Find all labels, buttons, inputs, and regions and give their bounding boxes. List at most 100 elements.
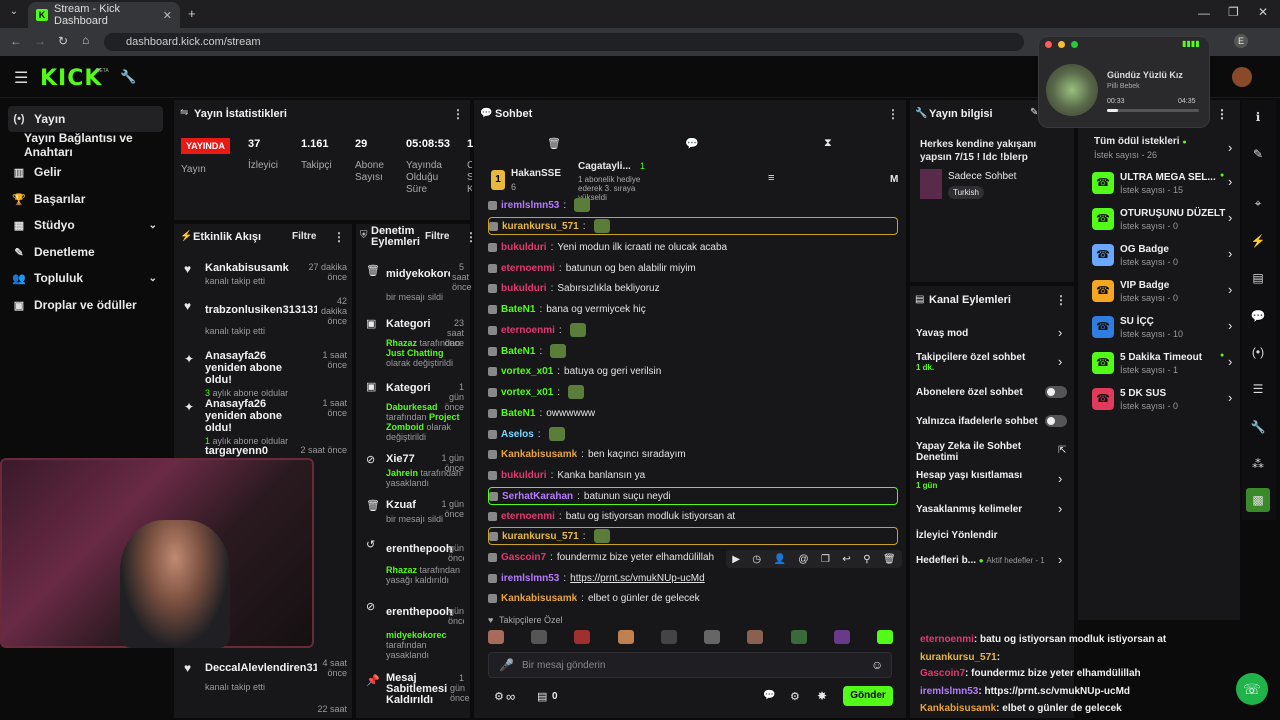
emote-icon[interactable] bbox=[833, 630, 850, 644]
emote-icon[interactable] bbox=[531, 630, 548, 644]
window-maximize-dot[interactable] bbox=[1071, 41, 1078, 48]
emote-icon[interactable] bbox=[574, 630, 591, 644]
hamburger-menu-icon[interactable]: ☰ bbox=[14, 68, 28, 88]
window-minimize-button[interactable]: — bbox=[1198, 6, 1210, 20]
chat-message[interactable]: BateN1: owwwwww bbox=[488, 404, 898, 422]
chat-icon[interactable]: 💬 bbox=[685, 137, 699, 150]
stats-menu-button[interactable]: ⋮ bbox=[452, 107, 464, 121]
subs-only-toggle[interactable] bbox=[1045, 386, 1067, 398]
profile-avatar[interactable]: E bbox=[1234, 34, 1248, 48]
chat-message[interactable]: BateN1: bana og vermiycek hiç bbox=[488, 300, 898, 318]
raid-row[interactable]: İzleyici Yönlendir bbox=[916, 530, 1068, 541]
chat-username[interactable]: bukulduri bbox=[501, 242, 547, 253]
chat-username[interactable]: bukulduri bbox=[501, 283, 547, 294]
window-close-dot[interactable] bbox=[1045, 41, 1052, 48]
activity-filter-button[interactable]: Filtre bbox=[292, 231, 316, 242]
emote-icon[interactable] bbox=[488, 630, 504, 644]
slow-mode-row[interactable]: Yavaş mod bbox=[916, 328, 1068, 339]
reply-icon[interactable]: ↩ bbox=[842, 554, 850, 565]
chat-menu-button[interactable]: ⋮ bbox=[887, 107, 899, 121]
chat-message[interactable]: iremlslmn53: https://prnt.sc/vmukNUp-ucMd bbox=[488, 569, 898, 587]
delete-icon[interactable]: 🗑 bbox=[883, 554, 896, 565]
chat-message[interactable]: Kankabisusamk: elbet o günler de gelecek bbox=[488, 589, 898, 607]
window-close-button[interactable]: ✕ bbox=[1258, 5, 1268, 19]
chat-message[interactable]: iremlslmn53: bbox=[488, 196, 898, 214]
account-age-row[interactable]: Hesap yaşı kısıtlaması 1 gün bbox=[916, 470, 1068, 490]
sidebar-item-gelir[interactable]: ▥ Gelir bbox=[8, 159, 163, 185]
layout-icon[interactable]: ☰ bbox=[1246, 377, 1270, 401]
sidebar-item-basarilar[interactable]: 🏆 Başarılar bbox=[8, 186, 163, 212]
chat-username[interactable]: bukulduri bbox=[501, 470, 547, 481]
emote-icon[interactable] bbox=[660, 630, 677, 644]
chat-message[interactable]: eternoenmi: batunun og ben alabilir miyim bbox=[488, 259, 898, 277]
song-progress-track[interactable] bbox=[1107, 109, 1199, 112]
hourglass-icon[interactable]: ⧗ bbox=[824, 137, 832, 150]
chat-username[interactable]: iremlslmn53 bbox=[501, 573, 559, 584]
browser-tab[interactable]: K Stream - Kick Dashboard ✕ bbox=[28, 2, 180, 28]
chat-message[interactable]: kurankursu_571: bbox=[488, 527, 898, 545]
chat-message[interactable]: bukulduri: Sabırsızlıkla bekliyoruz bbox=[488, 279, 898, 297]
document-icon[interactable]: ▤ bbox=[1246, 266, 1270, 290]
sidebar-item-droplar[interactable]: ▣ Droplar ve ödüller bbox=[8, 292, 163, 318]
chat-username[interactable]: Kankabisusamk bbox=[501, 449, 577, 460]
chat-username[interactable]: kurankursu_571 bbox=[502, 531, 579, 542]
emote-icon[interactable] bbox=[747, 630, 764, 644]
chat-message[interactable]: kurankursu_571: bbox=[488, 217, 898, 235]
trash-icon[interactable]: 🗑 bbox=[547, 137, 561, 150]
emote-picker-icon[interactable]: ✸ bbox=[817, 689, 827, 703]
window-minimize-dot[interactable] bbox=[1058, 41, 1065, 48]
chat-message[interactable]: vortex_x01: bbox=[488, 383, 898, 401]
back-arrow-icon[interactable]: ← bbox=[10, 34, 22, 48]
chat-message[interactable]: eternoenmi: batu og istiyorsan modluk ist… bbox=[488, 507, 898, 525]
forward-arrow-icon[interactable]: → bbox=[34, 34, 46, 48]
kick-logo[interactable]: KICK bbox=[40, 66, 102, 91]
mod-filter-button[interactable]: Filtre bbox=[425, 231, 449, 242]
chat-message[interactable]: bukulduri: Yeni modun ilk icraati ne oluc… bbox=[488, 238, 898, 256]
chat-message[interactable]: Aselos: bbox=[488, 425, 898, 443]
pencil-icon[interactable]: ✎ bbox=[1246, 142, 1270, 166]
ai-moderation-row[interactable]: Yapay Zeka ile Sohbet Denetimi bbox=[916, 441, 1036, 463]
all-rewards-label[interactable]: Tüm ödül istekleri ● bbox=[1094, 136, 1187, 147]
chat-message[interactable]: SerhatKarahan: batunun suçu neydi bbox=[488, 487, 898, 505]
network-icon[interactable]: ⁂ bbox=[1246, 452, 1270, 476]
emote-icon[interactable] bbox=[617, 630, 634, 644]
window-maximize-button[interactable]: ❐ bbox=[1228, 5, 1239, 19]
timeout-icon[interactable]: ◷ bbox=[752, 554, 761, 565]
chat-username[interactable]: BateN1 bbox=[501, 346, 535, 357]
sort-icon[interactable]: ≡ bbox=[768, 172, 774, 184]
new-tab-button[interactable]: + bbox=[188, 6, 196, 21]
chat-username[interactable]: vortex_x01 bbox=[501, 387, 553, 398]
banned-words-row[interactable]: Yasaklanmış kelimeler bbox=[916, 504, 1068, 515]
rewards-menu-button[interactable]: ⋮ bbox=[1216, 107, 1228, 121]
followers-only-row[interactable]: Takipçilere özel sohbet 1 dk. bbox=[916, 352, 1068, 372]
info-icon[interactable]: ℹ bbox=[1246, 105, 1270, 129]
sidebar-item-yayin[interactable]: (•) Yayın bbox=[8, 106, 163, 132]
pin-icon[interactable]: ⚲ bbox=[863, 554, 870, 565]
chat-username[interactable]: Kankabisusamk bbox=[501, 593, 577, 604]
user-icon[interactable]: 👤 bbox=[774, 554, 786, 565]
chat-username[interactable]: Aselos bbox=[501, 429, 534, 440]
user-avatar[interactable] bbox=[1232, 67, 1252, 87]
emote-icon[interactable] bbox=[704, 630, 721, 644]
wrench-icon[interactable]: 🔧 bbox=[1246, 415, 1270, 439]
sidebar-item-denetleme[interactable]: ✎ Denetleme bbox=[8, 239, 163, 265]
sidebar-item-stream-key[interactable]: Yayın Bağlantısı ve Anahtarı bbox=[20, 131, 175, 159]
broadcast-icon[interactable]: (•) bbox=[1246, 340, 1270, 364]
play-icon[interactable]: ▶ bbox=[732, 554, 740, 565]
screenshot-icon[interactable]: ⌖ bbox=[1246, 191, 1270, 215]
chat-username[interactable]: iremlslmn53 bbox=[501, 200, 559, 211]
bolt-icon[interactable]: ⚡ bbox=[1246, 229, 1270, 253]
home-icon[interactable]: ⌂ bbox=[82, 33, 89, 47]
send-button[interactable]: Gönder bbox=[843, 686, 893, 706]
chat-message[interactable]: Kankabisusamk: ben kaçıncı sıradayım bbox=[488, 445, 898, 463]
address-bar[interactable]: dashboard.kick.com/stream bbox=[104, 33, 1024, 51]
chat-message[interactable]: eternoenmi: bbox=[488, 321, 898, 339]
chat-bubble-icon[interactable]: 💬 bbox=[763, 690, 775, 701]
chat-username[interactable]: eternoenmi bbox=[501, 511, 555, 522]
goals-row[interactable]: Hedefleri b... ● Aktif hedefler - 1 bbox=[916, 555, 1068, 566]
emote-icon[interactable] bbox=[790, 630, 807, 644]
chat-message[interactable]: BateN1: bbox=[488, 342, 898, 360]
emoji-icon[interactable]: ☺ bbox=[871, 658, 883, 672]
close-icon[interactable]: ✕ bbox=[163, 9, 172, 22]
mention-icon[interactable]: @ bbox=[798, 554, 808, 565]
